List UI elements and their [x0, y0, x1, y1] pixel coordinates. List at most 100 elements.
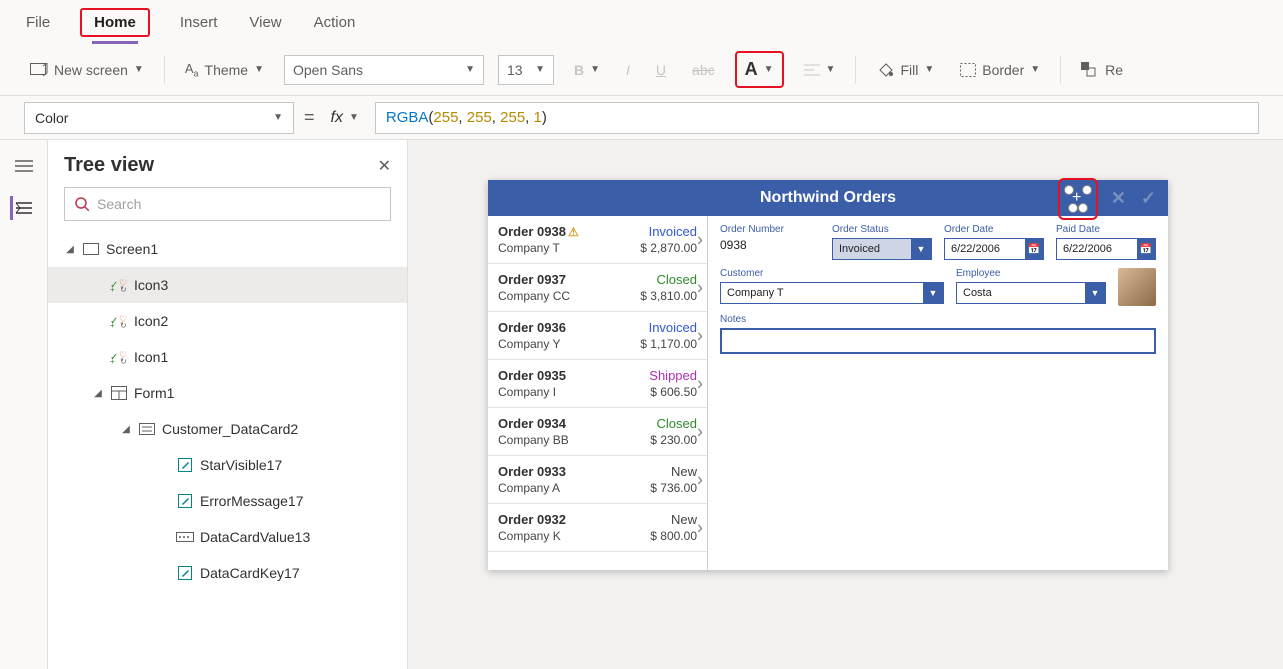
new-screen-button[interactable]: New screen ▼	[24, 58, 150, 82]
tree-node-screen1[interactable]: ◢Screen1	[48, 231, 407, 267]
order-row[interactable]: Order 0932NewCompany K$ 800.00›	[488, 504, 707, 552]
order-date-label: Order Date	[944, 224, 1044, 235]
font-color-button[interactable]: A▼	[745, 59, 774, 80]
tree-node-datacardvalue13[interactable]: DataCardValue13	[48, 519, 407, 555]
order-row[interactable]: Order 0938⚠InvoicedCompany T$ 2,870.00›	[488, 216, 707, 264]
tree-node-label: Icon2	[134, 313, 168, 329]
order-company: Company T	[498, 241, 560, 255]
menu-home[interactable]: Home	[92, 4, 138, 44]
chevron-down-icon: ▼	[911, 239, 931, 259]
border-button[interactable]: Border ▼	[954, 58, 1046, 82]
chevron-right-icon: ›	[697, 229, 703, 250]
selection-handles-icon: +	[1064, 185, 1092, 213]
tree-node-errormessage17[interactable]: ErrorMessage17	[48, 483, 407, 519]
card-icon	[138, 420, 156, 438]
fx-button[interactable]: fx▼	[325, 105, 365, 131]
order-list[interactable]: Order 0938⚠InvoicedCompany T$ 2,870.00›O…	[488, 216, 708, 570]
order-status-label: Order Status	[832, 224, 932, 235]
notes-label: Notes	[720, 314, 1156, 325]
iconset-icon: ✓♡+↻	[110, 312, 128, 330]
tree-node-icon3[interactable]: ✓♡+↻Icon3	[48, 267, 407, 303]
tree-node-datacardkey17[interactable]: DataCardKey17	[48, 555, 407, 591]
align-icon	[804, 63, 820, 77]
divider	[855, 56, 856, 84]
tree-node-label: Customer_DataCard2	[162, 421, 298, 437]
customer-value: Company T	[727, 287, 784, 299]
order-date-value: 6/22/2006	[951, 243, 1000, 255]
chevron-right-icon: ›	[697, 373, 703, 394]
tree-node-customer_datacard2[interactable]: ◢Customer_DataCard2	[48, 411, 407, 447]
order-row[interactable]: Order 0937ClosedCompany CC$ 3,810.00›	[488, 264, 707, 312]
italic-button[interactable]: I	[620, 58, 636, 82]
order-company: Company BB	[498, 433, 569, 447]
tree-node-label: DataCardValue13	[200, 529, 310, 545]
formula-input[interactable]: RGBA(255, 255, 255, 1)	[375, 102, 1259, 134]
order-status: Shipped	[649, 368, 697, 383]
app-title: Northwind Orders	[760, 189, 896, 207]
bold-button[interactable]: B▼	[568, 58, 606, 82]
order-company: Company Y	[498, 337, 560, 351]
align-button[interactable]: ▼	[798, 59, 842, 81]
submit-icon[interactable]: ✓	[1141, 188, 1156, 209]
order-num: Order 0937	[498, 272, 566, 287]
cancel-icon[interactable]: ✕	[1111, 188, 1126, 209]
font-size-select[interactable]: 13 ▼	[498, 55, 554, 85]
rail-hamburger[interactable]	[12, 154, 36, 178]
paid-date-input[interactable]: 6/22/2006📅	[1056, 238, 1156, 260]
order-amount: $ 736.00	[650, 481, 697, 495]
rail-tree-view[interactable]	[10, 196, 34, 220]
caret-icon: ◢	[92, 388, 104, 399]
strikethrough-button[interactable]: abc	[686, 58, 721, 82]
highlight-home: Home	[80, 8, 150, 37]
tree-node-icon1[interactable]: ✓♡+↻Icon1	[48, 339, 407, 375]
tree-node-label: Icon1	[134, 349, 168, 365]
chevron-right-icon: ›	[697, 469, 703, 490]
reorder-button[interactable]: Re	[1075, 58, 1129, 82]
iconset-icon: ✓♡+↻	[110, 276, 128, 294]
tree-node-starvisible17[interactable]: StarVisible17	[48, 447, 407, 483]
edit-icon	[176, 564, 194, 582]
customer-select[interactable]: Company T▼	[720, 282, 944, 304]
canvas[interactable]: Northwind Orders + ✕ ✓ Order 0938⚠Invoic…	[408, 140, 1283, 669]
order-row[interactable]: Order 0935ShippedCompany I$ 606.50›	[488, 360, 707, 408]
employee-select[interactable]: Costa▼	[956, 282, 1106, 304]
highlight-font-color: A▼	[735, 51, 784, 88]
underline-button[interactable]: U	[650, 58, 672, 82]
order-detail-form: Order Number 0938 Order Status Invoiced▼…	[708, 216, 1168, 570]
highlight-add-icon: +	[1058, 178, 1098, 220]
order-row[interactable]: Order 0933NewCompany A$ 736.00›	[488, 456, 707, 504]
tree-node-form1[interactable]: ◢Form1	[48, 375, 407, 411]
paid-date-label: Paid Date	[1056, 224, 1156, 235]
property-name: Color	[35, 110, 68, 126]
caret-icon: ◢	[64, 244, 76, 255]
app-header: Northwind Orders + ✕ ✓	[488, 180, 1168, 216]
border-icon	[960, 63, 976, 77]
new-screen-label: New screen	[54, 62, 128, 78]
form-icon	[110, 384, 128, 402]
fill-button[interactable]: Fill ▼	[870, 58, 940, 82]
employee-label: Employee	[956, 268, 1106, 279]
order-row[interactable]: Order 0936InvoicedCompany Y$ 1,170.00›	[488, 312, 707, 360]
close-icon[interactable]: ✕	[378, 156, 391, 176]
order-company: Company A	[498, 481, 560, 495]
order-row[interactable]: Order 0934ClosedCompany BB$ 230.00›	[488, 408, 707, 456]
tree-list[interactable]: ◢Screen1✓♡+↻Icon3✓♡+↻Icon2✓♡+↻Icon1◢Form…	[48, 231, 407, 669]
menu-action[interactable]: Action	[312, 4, 358, 41]
theme-button[interactable]: Aa Theme ▼	[179, 57, 270, 83]
menu-view[interactable]: View	[247, 4, 283, 41]
menu-file[interactable]: File	[24, 4, 52, 41]
search-placeholder: Search	[97, 196, 141, 212]
property-selector[interactable]: Color ▼	[24, 102, 294, 134]
search-input[interactable]: Search	[64, 187, 391, 221]
edit-icon	[176, 456, 194, 474]
order-status: New	[671, 464, 697, 479]
svg-text:+: +	[110, 321, 115, 328]
notes-input[interactable]	[720, 328, 1156, 354]
order-date-input[interactable]: 6/22/2006📅	[944, 238, 1044, 260]
order-status-select[interactable]: Invoiced▼	[832, 238, 932, 260]
font-family-select[interactable]: Open Sans ▼	[284, 55, 484, 85]
tree-node-icon2[interactable]: ✓♡+↻ Icon2	[48, 303, 407, 339]
formula-bar: Color ▼ = fx▼ RGBA(255, 255, 255, 1)	[0, 96, 1283, 140]
menu-insert[interactable]: Insert	[178, 4, 220, 41]
menu-bar: File Home Insert View Action	[0, 0, 1283, 44]
